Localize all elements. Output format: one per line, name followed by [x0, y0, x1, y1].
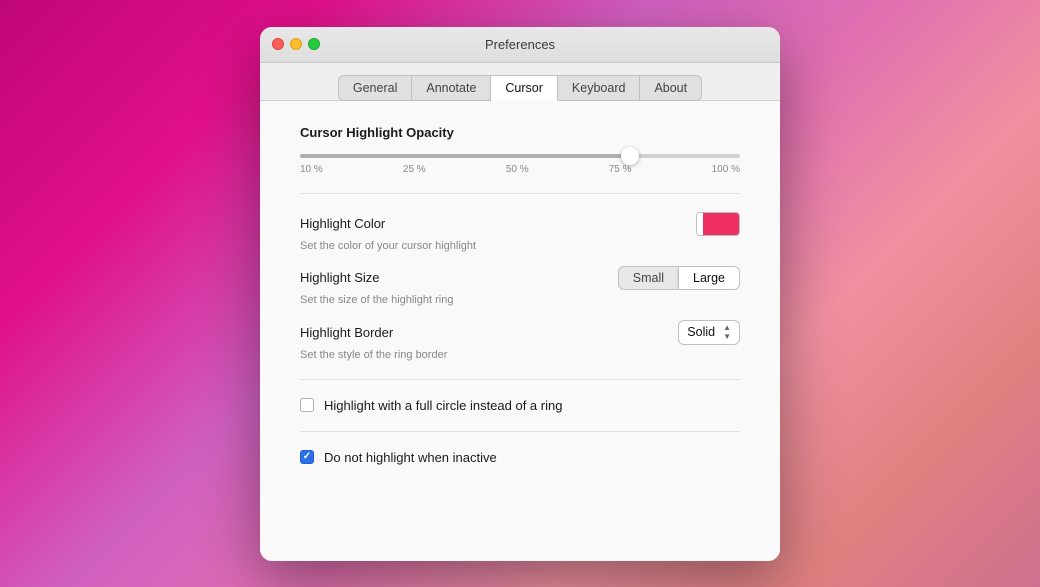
highlight-size-row: Highlight Size Small Large [300, 266, 740, 290]
segment-small[interactable]: Small [619, 267, 678, 289]
slider-label-25: 25 % [403, 164, 426, 175]
highlight-border-select[interactable]: Solid ▲ ▼ [678, 320, 740, 345]
tab-general[interactable]: General [338, 75, 412, 101]
full-circle-checkbox[interactable] [300, 398, 314, 412]
slider-label-75: 75 % [609, 164, 632, 175]
highlight-color-label: Highlight Color [300, 216, 385, 231]
full-circle-label: Highlight with a full circle instead of … [324, 398, 562, 413]
tab-annotate[interactable]: Annotate [412, 75, 491, 101]
close-button[interactable] [272, 38, 284, 50]
highlight-border-row: Highlight Border Solid ▲ ▼ [300, 320, 740, 345]
opacity-section-title: Cursor Highlight Opacity [300, 125, 740, 140]
color-swatch-button[interactable] [696, 212, 740, 236]
highlight-size-control: Small Large [618, 266, 740, 290]
inactive-checkbox[interactable] [300, 450, 314, 464]
divider-1 [300, 193, 740, 194]
highlight-border-sublabel: Set the style of the ring border [300, 349, 740, 361]
full-circle-row: Highlight with a full circle instead of … [300, 398, 740, 413]
slider-fill [300, 154, 630, 158]
highlight-size-sublabel: Set the size of the highlight ring [300, 294, 740, 306]
inactive-row: Do not highlight when inactive [300, 450, 740, 465]
inactive-label: Do not highlight when inactive [324, 450, 497, 465]
preferences-content: Cursor Highlight Opacity 10 % 25 % 50 % … [260, 101, 780, 561]
select-value: Solid [687, 325, 715, 339]
select-arrows-icon: ▲ ▼ [723, 324, 731, 341]
highlight-color-sublabel: Set the color of your cursor highlight [300, 240, 740, 252]
tab-cursor[interactable]: Cursor [491, 75, 558, 101]
slider-track[interactable] [300, 154, 740, 158]
tabs-bar: General Annotate Cursor Keyboard About [260, 63, 780, 101]
slider-label-50: 50 % [506, 164, 529, 175]
preferences-window: Preferences General Annotate Cursor Keyb… [260, 27, 780, 561]
tab-keyboard[interactable]: Keyboard [558, 75, 641, 101]
maximize-button[interactable] [308, 38, 320, 50]
color-swatch-color [703, 213, 739, 235]
window-title: Preferences [485, 37, 555, 52]
divider-2 [300, 379, 740, 380]
titlebar: Preferences [260, 27, 780, 63]
slider-thumb[interactable] [621, 147, 639, 165]
highlight-size-label: Highlight Size [300, 270, 380, 285]
slider-label-100: 100 % [712, 164, 740, 175]
segment-large[interactable]: Large [678, 267, 739, 289]
tab-about[interactable]: About [640, 75, 702, 101]
highlight-border-label: Highlight Border [300, 325, 393, 340]
slider-labels: 10 % 25 % 50 % 75 % 100 % [300, 164, 740, 175]
opacity-slider-container: 10 % 25 % 50 % 75 % 100 % [300, 154, 740, 175]
minimize-button[interactable] [290, 38, 302, 50]
slider-label-10: 10 % [300, 164, 323, 175]
highlight-color-row: Highlight Color [300, 212, 740, 236]
traffic-lights [272, 38, 320, 50]
divider-3 [300, 431, 740, 432]
